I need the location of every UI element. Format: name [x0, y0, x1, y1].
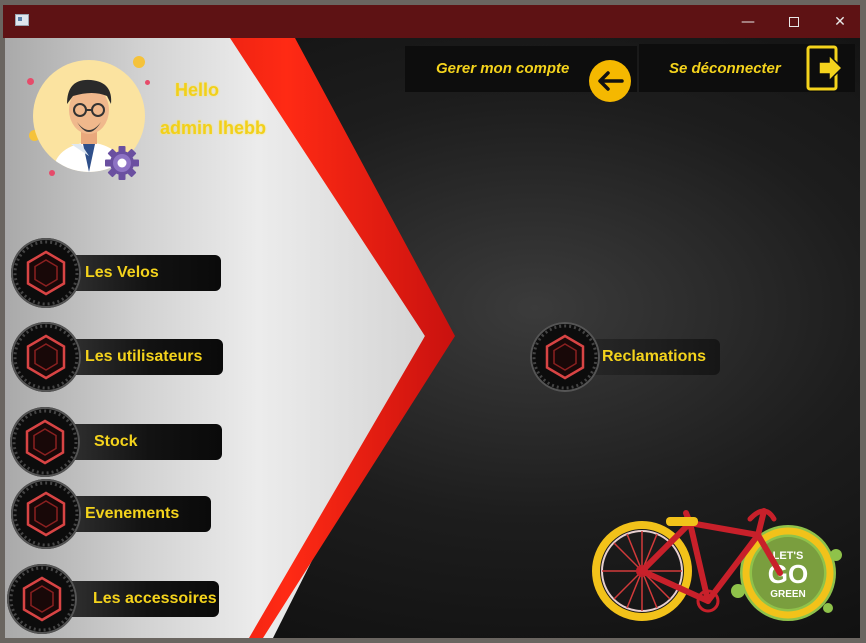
logout-label: Se déconnecter: [669, 60, 781, 77]
badge-line3: GREEN: [770, 589, 806, 600]
bicycle-illustration: LET'S GO GREEN: [592, 508, 842, 621]
maximize-button[interactable]: [771, 5, 817, 38]
arrow-left-icon: [589, 60, 631, 102]
app-icon: [15, 14, 29, 26]
logout-button[interactable]: Se déconnecter: [639, 44, 855, 92]
decor-dot: [133, 56, 145, 68]
decor-dot: [145, 80, 150, 85]
menu-label: Les accessoires: [93, 590, 217, 607]
go-green-badge: LET'S GO GREEN: [731, 525, 842, 621]
menu-button-reclamations[interactable]: Reclamations: [530, 322, 720, 392]
menu-label: Les utilisateurs: [85, 348, 203, 365]
maximize-icon: [789, 16, 799, 27]
decor-dot: [27, 78, 34, 85]
dashboard: Hello admin lhebb Gerer mon compte Se dé…: [5, 38, 860, 638]
hexagon-icon: [11, 238, 81, 308]
menu-label: Reclamations: [602, 348, 707, 365]
menu-button-stock[interactable]: Stock: [10, 407, 222, 477]
close-button[interactable]: ✕: [817, 5, 863, 38]
menu-label: Les Velos: [85, 264, 159, 281]
gear-icon[interactable]: [103, 144, 141, 182]
hexagon-icon: [10, 407, 80, 477]
user-name: admin lhebb: [160, 118, 267, 138]
menu-label: Stock: [94, 433, 138, 450]
greeting-text: Hello: [175, 80, 220, 100]
menu-button-utilisateurs[interactable]: Les utilisateurs: [11, 322, 223, 392]
minimize-button[interactable]: —: [725, 5, 771, 38]
hexagon-icon: [530, 322, 600, 392]
menu-button-velos[interactable]: Les Velos: [11, 238, 221, 308]
logout-icon: [806, 45, 844, 91]
menu-button-evenements[interactable]: Evenements: [11, 479, 211, 549]
hexagon-icon: [11, 322, 81, 392]
hexagon-icon: [11, 479, 81, 549]
manage-account-button[interactable]: Gerer mon compte: [405, 46, 637, 102]
title-bar: — ✕: [3, 5, 860, 38]
decor-dot: [49, 170, 55, 176]
manage-account-label: Gerer mon compte: [436, 60, 570, 77]
menu-label: Evenements: [85, 505, 180, 522]
menu-button-accessoires[interactable]: Les accessoires: [7, 564, 219, 634]
hexagon-icon: [7, 564, 77, 634]
